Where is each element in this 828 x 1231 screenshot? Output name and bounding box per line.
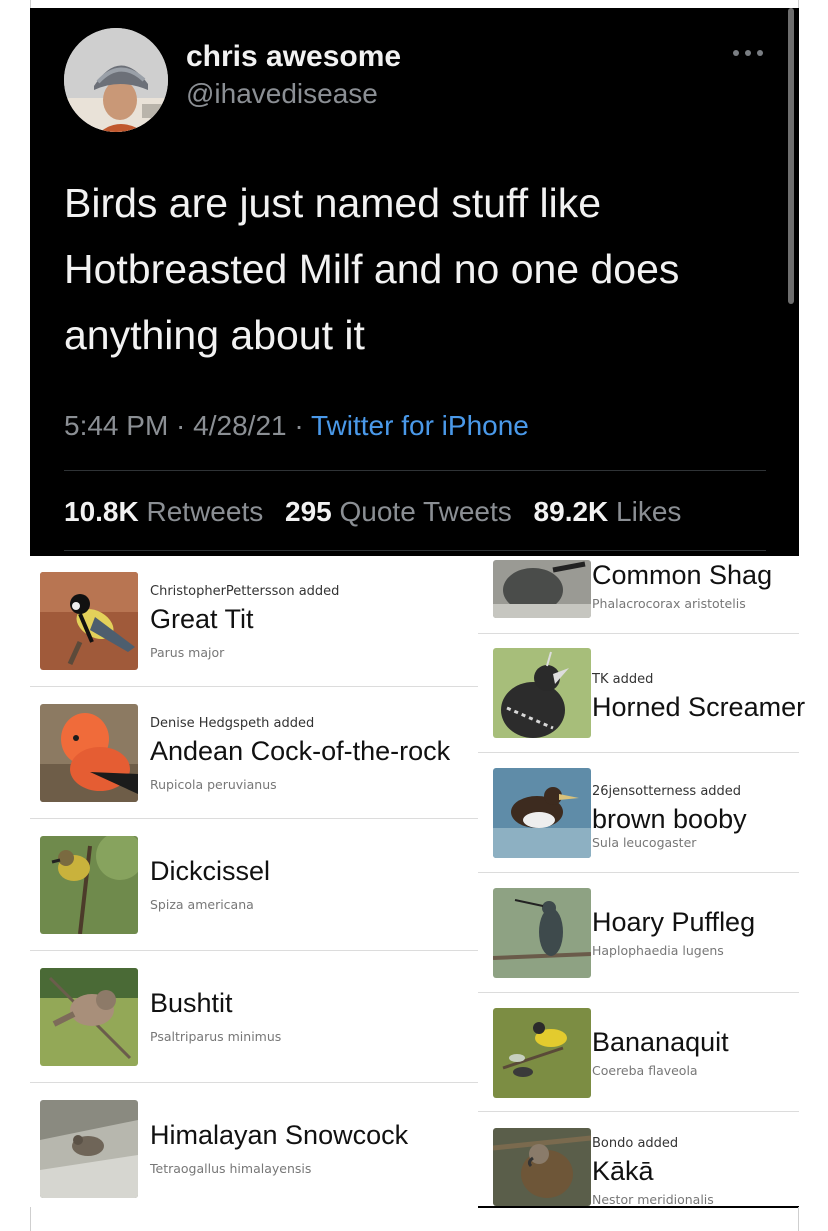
list-item[interactable]: TK added Horned Screamer <box>478 634 805 753</box>
divider <box>30 1082 478 1083</box>
added-by: 26jensotterness added <box>592 784 742 799</box>
bird-photo <box>493 768 591 858</box>
bird-photo <box>40 836 138 934</box>
list-item[interactable]: Bananaquit Coereba flaveola <box>478 993 799 1112</box>
bird-photo <box>493 888 591 978</box>
added-by: Denise Hedgspeth added <box>150 716 315 731</box>
list-item[interactable]: Bushtit Psaltriparus minimus <box>30 952 478 1084</box>
bird-scientific-name: Coereba flaveola <box>592 1063 698 1078</box>
tweet-source-link[interactable]: Twitter for iPhone <box>311 410 529 441</box>
divider <box>30 950 478 951</box>
bird-photo <box>40 1100 138 1198</box>
avatar[interactable] <box>64 28 168 132</box>
added-by: Bondo added <box>592 1136 679 1151</box>
bird-scientific-name: Nestor meridionalis <box>592 1192 714 1207</box>
avatar-photo <box>64 28 168 132</box>
display-name[interactable]: chris awesome <box>186 40 401 74</box>
likes-stat[interactable]: 89.2K Likes <box>534 496 682 527</box>
list-item[interactable]: ChristopherPettersson added Great Tit Pa… <box>30 556 478 688</box>
bird-name: Dickcissel <box>150 856 271 886</box>
quote-tweets-stat[interactable]: 295 Quote Tweets <box>285 496 512 527</box>
bird-name: Andean Cock-of-the-rock <box>150 736 451 766</box>
bird-photo <box>493 1008 591 1098</box>
scrollbar[interactable] <box>788 8 794 304</box>
divider <box>30 818 478 819</box>
tweet-stats: 10.8K Retweets 295 Quote Tweets 89.2K Li… <box>64 496 681 528</box>
list-item[interactable]: Hoary Puffleg Haplophaedia lugens <box>478 873 799 993</box>
frame-top <box>30 0 799 8</box>
bird-photo <box>40 968 138 1066</box>
added-by: TK added <box>592 672 654 687</box>
bird-name: brown booby <box>592 804 747 834</box>
list-item[interactable]: Himalayan Snowcock Tetraogallus himalaye… <box>30 1084 478 1208</box>
bird-scientific-name: Rupicola peruvianus <box>150 777 277 792</box>
bird-name: Himalayan Snowcock <box>150 1120 409 1150</box>
likes-label: Likes <box>616 496 682 527</box>
divider <box>64 470 766 471</box>
bird-name: Common Shag <box>592 560 773 590</box>
bird-photo <box>493 1128 591 1206</box>
user-handle[interactable]: @ihavedisease <box>186 78 378 110</box>
tweet-card: chris awesome @ihavedisease Birds are ju… <box>30 8 799 556</box>
bird-name: Kākā <box>592 1156 654 1186</box>
bird-photo <box>40 704 138 802</box>
retweets-label: Retweets <box>146 496 264 527</box>
bird-name: Bananaquit <box>592 1027 729 1057</box>
tweet-date[interactable]: 4/28/21 <box>193 410 286 441</box>
list-item[interactable]: Dickcissel Spiza americana <box>30 820 478 952</box>
bird-scientific-name: Sula leucogaster <box>592 835 697 850</box>
list-item[interactable]: Bondo added Kākā Nestor meridionalis <box>478 1112 799 1208</box>
bird-name: Great Tit <box>150 604 254 634</box>
list-item[interactable]: Common Shag Phalacrocorax aristotelis <box>478 556 799 634</box>
bird-name: Bushtit <box>150 988 233 1018</box>
bird-name: Horned Screamer <box>592 692 806 722</box>
retweets-count: 10.8K <box>64 496 139 527</box>
meta-separator: · <box>168 410 194 441</box>
bird-scientific-name: Tetraogallus himalayensis <box>150 1161 312 1176</box>
more-horizontal-icon[interactable] <box>730 38 770 58</box>
retweets-stat[interactable]: 10.8K Retweets <box>64 496 263 527</box>
quotes-count: 295 <box>285 496 332 527</box>
meta-separator: · <box>286 410 311 441</box>
tweet-meta: 5:44 PM · 4/28/21 · Twitter for iPhone <box>64 410 529 442</box>
bird-scientific-name: Spiza americana <box>150 897 254 912</box>
list-item[interactable]: Denise Hedgspeth added Andean Cock-of-th… <box>30 688 478 820</box>
bird-name: Hoary Puffleg <box>592 907 756 937</box>
list-item[interactable]: 26jensotterness added brown booby Sula l… <box>478 753 799 873</box>
bird-list-left: ChristopherPettersson added Great Tit Pa… <box>30 556 478 1208</box>
bird-photo <box>493 648 591 738</box>
divider <box>64 550 766 551</box>
quotes-label: Quote Tweets <box>339 496 512 527</box>
bird-photo <box>40 572 138 670</box>
bird-photo <box>493 560 591 618</box>
frame-bottom <box>30 1207 799 1231</box>
tweet-time: 5:44 PM <box>64 410 169 441</box>
bird-list-right: Common Shag Phalacrocorax aristotelis TK… <box>478 556 805 1208</box>
bird-scientific-name: Parus major <box>150 645 225 660</box>
bird-scientific-name: Psaltriparus minimus <box>150 1029 282 1044</box>
bird-scientific-name: Phalacrocorax aristotelis <box>592 596 746 611</box>
divider <box>30 686 478 687</box>
likes-count: 89.2K <box>533 496 609 527</box>
tweet-text: Birds are just named stuff like Hotbreas… <box>64 180 680 358</box>
added-by: ChristopherPettersson added <box>150 584 340 599</box>
bird-scientific-name: Haplophaedia lugens <box>592 943 724 958</box>
